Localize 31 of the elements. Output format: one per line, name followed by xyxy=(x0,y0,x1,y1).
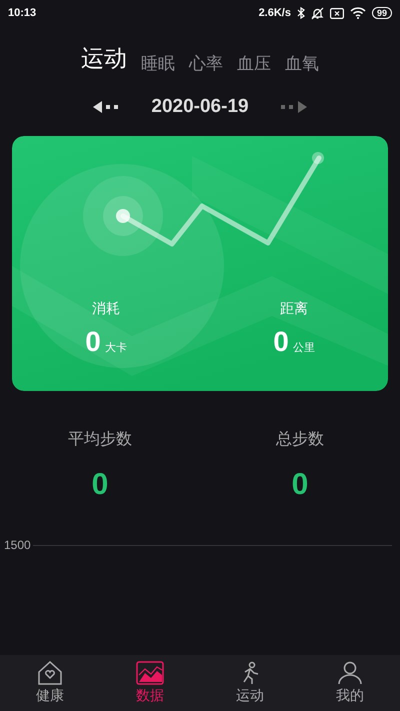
wifi-icon xyxy=(350,7,366,19)
category-tab[interactable]: 血压 xyxy=(234,54,274,74)
summary-value: 0 xyxy=(92,468,108,502)
stat-label: 消耗 xyxy=(92,300,120,318)
network-speed: 2.6K/s xyxy=(258,7,291,19)
stat-value: 0 xyxy=(85,326,101,358)
category-tab[interactable]: 睡眠 xyxy=(138,54,178,74)
status-time: 10:13 xyxy=(8,7,36,19)
nav-item[interactable]: 我的 xyxy=(300,655,400,711)
stat-label: 距离 xyxy=(280,300,308,318)
axis-label: 1500 xyxy=(4,538,31,552)
nav-item[interactable]: 健康 xyxy=(0,655,100,711)
summary-value: 0 xyxy=(292,468,308,502)
nav-item[interactable]: 数据 xyxy=(100,655,200,711)
stat-value: 0 xyxy=(273,326,289,358)
house-heart-icon xyxy=(37,661,63,685)
nav-item[interactable]: 运动 xyxy=(200,655,300,711)
category-tab[interactable]: 运动 xyxy=(78,46,130,74)
chart-icon xyxy=(136,661,164,685)
summary-label: 平均步数 xyxy=(68,429,132,450)
stat-unit: 大卡 xyxy=(104,340,127,355)
date-label: 2020-06-19 xyxy=(151,96,249,118)
category-tab[interactable]: 血氧 xyxy=(282,54,322,74)
sim-icon xyxy=(330,8,344,18)
category-tab[interactable]: 心率 xyxy=(186,54,226,74)
summary-label: 总步数 xyxy=(276,429,324,450)
mute-bell-icon xyxy=(310,6,324,20)
battery-indicator: 99 xyxy=(372,7,392,19)
user-icon xyxy=(337,661,363,685)
bluetooth-icon xyxy=(296,7,305,19)
stat-unit: 公里 xyxy=(292,340,315,355)
